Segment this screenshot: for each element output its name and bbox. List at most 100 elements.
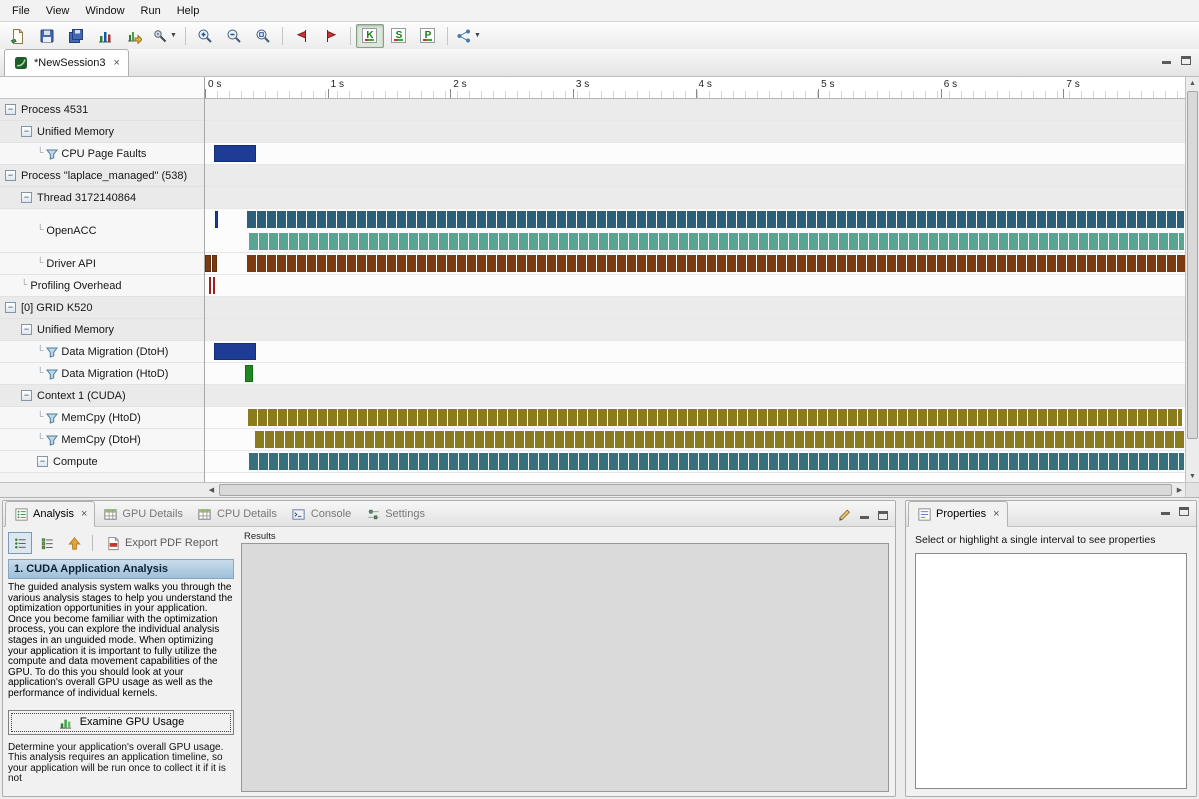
minimize-icon[interactable] [1161, 507, 1171, 516]
menu-help[interactable]: Help [169, 2, 208, 20]
collapse-toggle-icon[interactable]: − [21, 324, 32, 335]
interval-bar[interactable] [213, 277, 215, 294]
tree-row-cpu-page-faults[interactable]: └CPU Page Faults [0, 143, 204, 165]
menu-window[interactable]: Window [77, 2, 132, 20]
interval-bar[interactable] [247, 211, 1184, 228]
tree-row-unified-memory-host[interactable]: −Unified Memory [0, 121, 204, 143]
branch-connector-icon: └ [37, 411, 43, 421]
interval-bar[interactable] [215, 211, 217, 228]
process-view-button[interactable]: P [414, 24, 442, 48]
examine-gpu-usage-button[interactable]: Examine GPU Usage [8, 710, 234, 735]
interval-bar[interactable] [245, 365, 252, 382]
session-tab-close-icon[interactable]: × [114, 57, 120, 69]
tree-row-thread-3172140864[interactable]: −Thread 3172140864 [0, 187, 204, 209]
scroll-left-icon[interactable]: ◀ [205, 483, 218, 497]
tree-row-memcpy-htod[interactable]: └MemCpy (HtoD) [0, 407, 204, 429]
interval-bar[interactable] [214, 343, 257, 360]
tree-row-profiling-overhead[interactable]: └Profiling Overhead [0, 275, 204, 297]
kernel-view-button[interactable]: K [356, 24, 384, 48]
examine-chart-icon [58, 714, 74, 730]
session-tab[interactable]: *NewSession3 × [4, 49, 129, 76]
tab-console[interactable]: Console [284, 502, 358, 526]
collapse-toggle-icon[interactable]: − [5, 302, 16, 313]
tools-button[interactable]: ▼ [149, 24, 180, 48]
interval-bar[interactable] [248, 409, 1182, 426]
collapse-toggle-icon[interactable]: − [21, 192, 32, 203]
interval-bar[interactable] [212, 255, 217, 272]
collapse-toggle-icon[interactable]: − [5, 104, 16, 115]
prev-marker-button[interactable] [288, 24, 316, 48]
collapse-toggle-icon[interactable]: − [37, 456, 48, 467]
branch-connector-icon: └ [21, 279, 27, 289]
properties-hint: Select or highlight a single interval to… [915, 534, 1187, 546]
marker-prev-icon [294, 28, 310, 44]
tab-settings[interactable]: Settings [358, 502, 432, 526]
tree-row-process-4531[interactable]: −Process 4531 [0, 99, 204, 121]
horizontal-scroll-thumb[interactable] [219, 484, 1172, 496]
interval-bar[interactable] [205, 255, 211, 272]
zoom-fit-button[interactable] [249, 24, 277, 48]
examine-gpu-usage-label: Examine GPU Usage [80, 716, 185, 728]
analysis-panel: Analysis×GPU DetailsCPU DetailsConsoleSe… [2, 500, 896, 797]
vertical-scrollbar[interactable]: ▲ ▼ [1185, 77, 1199, 483]
interval-bar[interactable] [255, 431, 1183, 448]
minimize-icon[interactable] [860, 511, 870, 520]
tree-row-data-migration-htod[interactable]: └Data Migration (HtoD) [0, 363, 204, 385]
interval-bar[interactable] [209, 277, 211, 294]
row-label: MemCpy (DtoH) [61, 434, 140, 446]
zoom-in-button[interactable] [191, 24, 219, 48]
tree-row-grid-k520[interactable]: −[0] GRID K520 [0, 297, 204, 319]
tree-row-driver-api[interactable]: └Driver API [0, 253, 204, 275]
vertical-scroll-thumb[interactable] [1187, 91, 1198, 439]
tree-row-compute[interactable]: −Compute [0, 451, 204, 473]
collapse-toggle-icon[interactable]: − [21, 390, 32, 401]
minimize-icon[interactable] [1162, 56, 1172, 65]
export-pdf-button[interactable]: Export PDF Report [99, 532, 224, 554]
interval-bar[interactable] [214, 145, 257, 162]
tab-cpu-details[interactable]: CPU Details [190, 502, 284, 526]
maximize-icon[interactable] [878, 511, 888, 520]
zoom-out-icon [226, 28, 242, 44]
scroll-up-icon[interactable]: ▲ [1186, 77, 1199, 90]
zoom-out-button[interactable] [220, 24, 248, 48]
collapse-analysis-button[interactable] [62, 532, 86, 554]
horizontal-scrollbar[interactable]: ◀ ▶ [205, 482, 1186, 497]
branch-connector-icon: └ [37, 345, 43, 355]
interval-bar[interactable] [247, 255, 1185, 272]
maximize-icon[interactable] [1179, 507, 1189, 516]
tree-row-openacc[interactable]: └OpenACC [0, 209, 204, 253]
new-session-button[interactable] [4, 24, 32, 48]
tab-gpu-details[interactable]: GPU Details [95, 502, 190, 526]
tab-cpu-details-icon [197, 506, 213, 522]
maximize-icon[interactable] [1181, 56, 1191, 65]
collapse-toggle-icon[interactable]: − [21, 126, 32, 137]
guided-analysis-toggle[interactable] [8, 532, 32, 554]
run-analysis-button[interactable]: ▼ [453, 24, 484, 48]
bar-chart-icon [97, 28, 113, 44]
save-all-button[interactable] [62, 24, 90, 48]
next-marker-button[interactable] [317, 24, 345, 48]
pencil-icon[interactable] [836, 507, 852, 523]
tree-row-context-1-cuda[interactable]: −Context 1 (CUDA) [0, 385, 204, 407]
tree-row-process-laplace-managed[interactable]: −Process "laplace_managed" (538) [0, 165, 204, 187]
interval-bar[interactable] [249, 233, 1183, 250]
tree-row-unified-memory-gpu[interactable]: −Unified Memory [0, 319, 204, 341]
analysis-panel-body: Export PDF Report 1. CUDA Application An… [3, 527, 895, 796]
menu-view[interactable]: View [38, 2, 78, 20]
interval-bar[interactable] [249, 453, 1183, 470]
close-tab-icon[interactable]: × [81, 508, 87, 520]
time-ruler[interactable]: 0 s1 s2 s3 s4 s5 s6 s7 s8 [205, 77, 1186, 99]
menu-file[interactable]: File [4, 2, 38, 20]
save-button[interactable] [33, 24, 61, 48]
close-tab-icon[interactable]: × [993, 508, 999, 520]
tree-row-data-migration-dtoh[interactable]: └Data Migration (DtoH) [0, 341, 204, 363]
unguided-analysis-toggle[interactable] [35, 532, 59, 554]
menu-run[interactable]: Run [133, 2, 169, 20]
tab-properties[interactable]: Properties× [908, 501, 1008, 527]
tree-row-memcpy-dtoh[interactable]: └MemCpy (DtoH) [0, 429, 204, 451]
tab-analysis[interactable]: Analysis× [5, 501, 95, 527]
timeline-chart-button[interactable] [91, 24, 119, 48]
stream-view-button[interactable]: S [385, 24, 413, 48]
collapse-toggle-icon[interactable]: − [5, 170, 16, 181]
export-chart-button[interactable] [120, 24, 148, 48]
